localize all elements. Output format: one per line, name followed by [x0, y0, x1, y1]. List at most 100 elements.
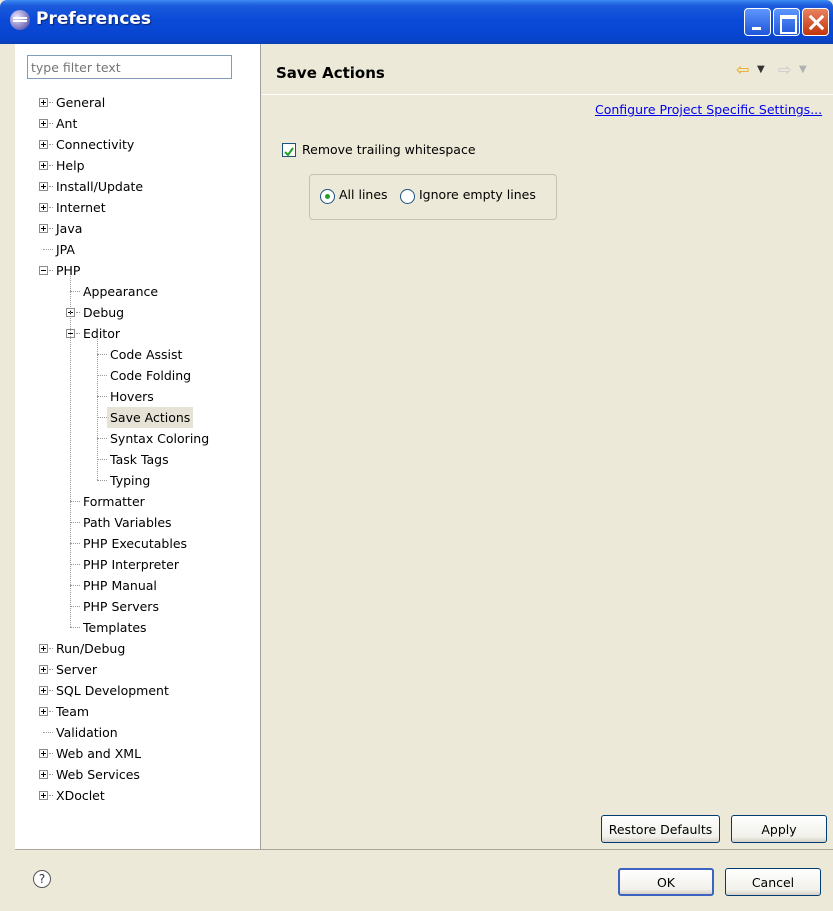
tree-item[interactable]: PHP Executables — [15, 533, 261, 554]
tree-item[interactable]: Help — [15, 155, 261, 176]
tree-item[interactable]: Templates — [15, 617, 261, 638]
title-bar[interactable]: Preferences — [0, 0, 833, 44]
tree-item[interactable]: SQL Development — [15, 680, 261, 701]
tree-item-label: PHP Executables — [83, 536, 188, 551]
tree-item-label: Save Actions — [107, 407, 194, 428]
tree-item[interactable]: Run/Debug — [15, 638, 261, 659]
tree-item[interactable]: Typing — [15, 470, 261, 491]
expand-icon[interactable] — [39, 707, 48, 716]
tree-item-label: Path Variables — [83, 515, 172, 530]
tree-item[interactable]: General — [15, 92, 261, 113]
ok-button[interactable]: OK — [618, 868, 714, 896]
tree-item-label: Editor — [83, 326, 120, 341]
collapse-icon[interactable] — [39, 266, 48, 275]
expand-icon[interactable] — [39, 140, 48, 149]
expand-icon[interactable] — [39, 644, 48, 653]
tree-item[interactable]: PHP Manual — [15, 575, 261, 596]
tree-item[interactable]: Java — [15, 218, 261, 239]
help-icon[interactable]: ? — [33, 870, 51, 888]
tree-item[interactable]: Code Folding — [15, 365, 261, 386]
tree-item[interactable]: XDoclet — [15, 785, 261, 806]
tree-item[interactable]: Web Services — [15, 764, 261, 785]
tree-guide-line — [97, 339, 98, 480]
expand-icon[interactable] — [39, 770, 48, 779]
preference-tree: General Ant Connectivity Help Install/Update… — [15, 92, 261, 806]
tree-item[interactable]: Team — [15, 701, 261, 722]
checkmark-icon — [284, 147, 294, 157]
tree-item[interactable]: Path Variables — [15, 512, 261, 533]
apply-button[interactable]: Apply — [731, 815, 827, 843]
expand-icon[interactable] — [39, 98, 48, 107]
tree-item[interactable]: Debug — [15, 302, 261, 323]
tree-item[interactable]: Syntax Coloring — [15, 428, 261, 449]
tree-item-label: Task Tags — [110, 452, 169, 467]
minimize-button[interactable] — [744, 8, 771, 36]
tree-connector — [70, 585, 80, 586]
expand-icon[interactable] — [39, 224, 48, 233]
tree-item[interactable]: Connectivity — [15, 134, 261, 155]
forward-arrow-icon: ⇨ — [778, 60, 792, 79]
tree-item[interactable]: Save Actions — [15, 407, 261, 428]
tree-connector — [70, 291, 80, 292]
radio-all-lines-label[interactable]: All lines — [339, 187, 388, 202]
configure-project-link[interactable]: Configure Project Specific Settings... — [595, 102, 822, 117]
tree-connector — [70, 543, 80, 544]
tree-item[interactable]: Editor — [15, 323, 261, 344]
radio-ignore-empty[interactable] — [400, 189, 415, 204]
close-button[interactable] — [802, 8, 829, 36]
back-dropdown-icon[interactable]: ▼ — [757, 58, 765, 82]
tree-item[interactable]: PHP Servers — [15, 596, 261, 617]
header-separator — [262, 94, 833, 95]
cancel-button[interactable]: Cancel — [725, 868, 821, 896]
tree-item-label: Templates — [83, 620, 147, 635]
tree-item[interactable]: JPA — [15, 239, 261, 260]
tree-connector — [97, 354, 107, 355]
tree-item-label: Java — [56, 221, 83, 236]
tree-item[interactable]: Task Tags — [15, 449, 261, 470]
tree-guide-line — [70, 276, 71, 627]
expand-icon[interactable] — [39, 161, 48, 170]
radio-ignore-empty-label[interactable]: Ignore empty lines — [419, 187, 536, 202]
window-frame-edge — [0, 44, 15, 911]
page-title: Save Actions — [276, 64, 385, 82]
tree-item-label: PHP Manual — [83, 578, 157, 593]
tree-item[interactable]: Internet — [15, 197, 261, 218]
tree-item[interactable]: Validation — [15, 722, 261, 743]
window-title: Preferences — [36, 9, 152, 29]
maximize-button[interactable] — [773, 8, 800, 36]
tree-item[interactable]: Server — [15, 659, 261, 680]
expand-icon[interactable] — [39, 686, 48, 695]
tree-item[interactable]: Ant — [15, 113, 261, 134]
tree-item[interactable]: Appearance — [15, 281, 261, 302]
tree-connector — [43, 732, 53, 733]
expand-icon[interactable] — [39, 182, 48, 191]
expand-icon[interactable] — [39, 665, 48, 674]
tree-item[interactable]: PHP — [15, 260, 261, 281]
radio-all-lines[interactable] — [320, 189, 335, 204]
tree-item-label: Validation — [56, 725, 118, 740]
expand-icon[interactable] — [39, 203, 48, 212]
restore-defaults-button[interactable]: Restore Defaults — [601, 815, 720, 843]
tree-item-label: SQL Development — [56, 683, 169, 698]
tree-item[interactable]: Web and XML — [15, 743, 261, 764]
tree-connector — [97, 480, 107, 481]
checkbox-box[interactable] — [282, 143, 296, 157]
filter-input[interactable] — [27, 55, 232, 79]
tree-item[interactable]: Install/Update — [15, 176, 261, 197]
tree-connector — [70, 501, 80, 502]
tree-item-label: Syntax Coloring — [110, 431, 210, 446]
tree-item-label: Team — [56, 704, 90, 719]
expand-icon[interactable] — [39, 791, 48, 800]
checkbox-label: Remove trailing whitespace — [302, 142, 476, 157]
tree-item[interactable]: Formatter — [15, 491, 261, 512]
tree-item[interactable]: Code Assist — [15, 344, 261, 365]
tree-item-label: Internet — [56, 200, 106, 215]
tree-item-label: Web and XML — [56, 746, 142, 761]
tree-item-label: Appearance — [83, 284, 159, 299]
tree-connector — [97, 396, 107, 397]
tree-item[interactable]: PHP Interpreter — [15, 554, 261, 575]
expand-icon[interactable] — [39, 749, 48, 758]
tree-item[interactable]: Hovers — [15, 386, 261, 407]
back-arrow-icon[interactable]: ⇦ — [736, 58, 749, 82]
expand-icon[interactable] — [39, 119, 48, 128]
